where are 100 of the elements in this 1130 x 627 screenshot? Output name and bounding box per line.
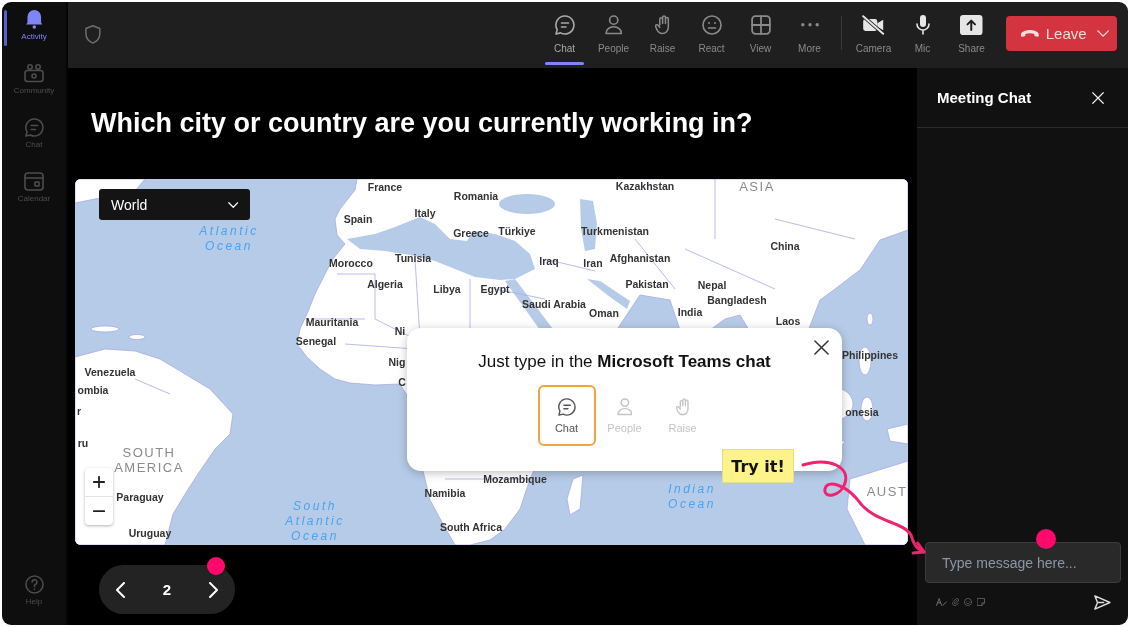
country-label: Morocco — [329, 256, 373, 270]
tip-toolbar-item: Chat — [537, 385, 596, 446]
country-label: Kazakhstan — [615, 179, 675, 193]
send-icon[interactable] — [1093, 594, 1111, 610]
grid-icon — [750, 15, 771, 35]
caret-icon — [1096, 30, 1109, 37]
group-icon — [24, 64, 44, 83]
message-input[interactable]: Type message here... — [925, 542, 1121, 583]
country-label: Oman — [589, 306, 619, 320]
question-title: Which city or country are you currently working in? — [91, 107, 754, 140]
tip-message: Just type in the Microsoft Teams chat — [478, 351, 771, 373]
plus-icon[interactable] — [93, 476, 105, 488]
country-label: Afghanistan — [609, 251, 671, 265]
hotspot-icon — [207, 557, 225, 575]
country-label: Laos — [775, 314, 801, 328]
emoji-icon[interactable] — [964, 598, 973, 606]
close-icon[interactable] — [814, 340, 829, 355]
country-label: Uruguay — [128, 526, 172, 540]
country-label: ru — [77, 436, 89, 450]
chat-bubble-icon — [554, 15, 575, 35]
camera-off-icon — [862, 15, 885, 35]
country-label: Venezuela — [84, 365, 136, 379]
phone-icon — [1021, 30, 1039, 37]
country-label: Namibia — [424, 486, 466, 500]
share-screen-icon — [960, 15, 983, 35]
country-label: Iraq — [539, 254, 559, 268]
person-icon — [616, 397, 633, 416]
minus-icon[interactable] — [93, 509, 105, 513]
toolbar-button[interactable]: Chat — [540, 2, 589, 68]
smiley-icon — [701, 15, 722, 35]
country-label: Türkiye — [498, 224, 536, 238]
country-label: China — [770, 239, 800, 253]
calendar-icon — [24, 172, 44, 191]
shield-icon — [85, 25, 101, 44]
ocean-label: South Atlantic Ocean — [285, 498, 345, 544]
microphone-icon — [915, 15, 930, 35]
country-label: Italy — [414, 206, 436, 220]
country-label: r — [76, 404, 82, 418]
continent-label: ASIA — [739, 179, 775, 194]
country-label: Senegal — [295, 334, 337, 348]
country-label: Turkmenistan — [580, 224, 650, 238]
hand-icon — [675, 397, 690, 416]
ocean-label: Atlantic Ocean — [199, 224, 259, 254]
toolbar-button[interactable]: Mic — [898, 2, 947, 68]
paperclip-icon[interactable] — [951, 598, 960, 606]
toolbar-button[interactable]: React — [687, 2, 736, 68]
country-label: ombia — [77, 383, 109, 397]
tip-toolbar-item: People — [595, 385, 654, 446]
sidebar-item[interactable]: Activity — [2, 10, 66, 64]
more-icon — [800, 23, 819, 27]
country-label: Algeria — [367, 277, 403, 291]
region-dropdown[interactable]: World — [99, 189, 250, 220]
country-label: Nepal — [697, 278, 727, 292]
bell-icon — [25, 10, 43, 29]
chat-panel-title: Meeting Chat — [937, 89, 1032, 106]
country-label: C — [398, 375, 406, 389]
ocean-label: Indian Ocean — [668, 482, 716, 512]
toolbar-button[interactable]: Share — [947, 2, 996, 68]
caret-icon — [227, 201, 238, 208]
sticker-icon[interactable] — [977, 598, 986, 606]
chevron-left-icon[interactable] — [116, 581, 125, 598]
chat-bubble-icon — [557, 397, 576, 416]
text-format-icon[interactable] — [936, 598, 947, 606]
country-label: Mozambique — [483, 472, 547, 486]
toolbar-button[interactable]: Raise — [638, 2, 687, 68]
country-label: Greece — [453, 226, 489, 240]
toolbar-button[interactable]: View — [736, 2, 785, 68]
country-label: Spain — [343, 212, 373, 226]
country-label: Egypt — [480, 282, 510, 296]
chevron-right-icon[interactable] — [209, 581, 218, 598]
page-number: 2 — [162, 581, 172, 598]
country-label: Libya — [433, 282, 461, 296]
person-icon — [604, 15, 623, 35]
country-label: Tunisia — [395, 251, 431, 265]
hand-icon — [655, 15, 670, 35]
toolbar-button[interactable]: Camera — [849, 2, 898, 68]
country-label: India — [677, 305, 703, 319]
sticky-note: Try it! — [722, 449, 794, 483]
continent-label: AUST — [866, 483, 908, 499]
country-label: Pakistan — [625, 277, 669, 291]
help-icon — [24, 575, 44, 594]
country-label: Iran — [583, 256, 603, 270]
country-label: Nig — [388, 355, 406, 369]
leave-button[interactable]: Leave — [1006, 16, 1117, 51]
country-label: Saudi Arabia — [522, 297, 586, 311]
toolbar-button[interactable]: People — [589, 2, 638, 68]
chat-bubble-icon — [24, 118, 44, 137]
tip-toolbar-item: Raise — [653, 385, 712, 446]
country-label: Philippines — [842, 348, 898, 362]
country-label: onesia — [845, 405, 879, 419]
continent-label: SOUTH AMERICA — [114, 445, 184, 475]
hotspot-icon — [1036, 529, 1056, 549]
country-label: Bangladesh — [707, 293, 767, 307]
country-label: Romania — [453, 189, 499, 203]
country-label: France — [367, 180, 403, 194]
toolbar-button[interactable]: More — [785, 2, 834, 68]
country-label: South Africa — [440, 520, 502, 534]
country-label: Paraguay — [116, 490, 164, 504]
country-label: Ni — [394, 324, 406, 338]
country-label: Mauritania — [305, 315, 359, 329]
